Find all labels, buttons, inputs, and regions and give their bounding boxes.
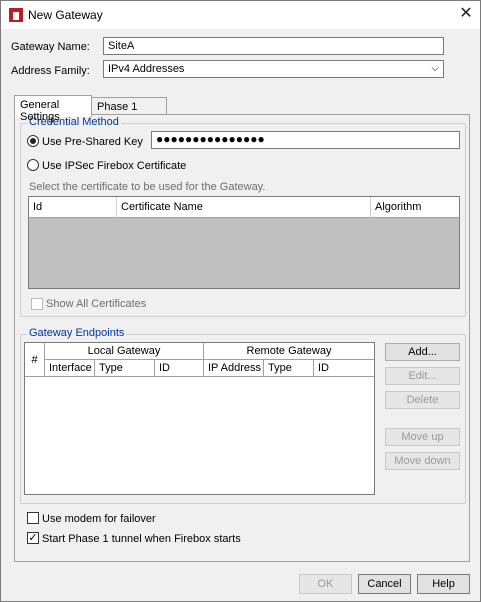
show-all-certificates-checkbox[interactable] <box>31 298 43 310</box>
column-header-interface[interactable]: Interface <box>45 360 95 377</box>
column-header-certificate-name[interactable]: Certificate Name <box>117 197 371 218</box>
tab-general-settings[interactable]: General Settings <box>14 95 92 123</box>
column-header-local-type[interactable]: Type <box>95 360 155 377</box>
remote-gateway-header: Remote Gateway <box>204 343 374 360</box>
modem-failover-checkbox[interactable] <box>27 512 39 524</box>
column-header-local-id[interactable]: ID <box>155 360 204 377</box>
psk-label: Use Pre-Shared Key <box>42 136 143 148</box>
title-bar: New Gateway ✕ <box>1 1 480 29</box>
gateway-endpoints-title: Gateway Endpoints <box>27 327 127 339</box>
gateway-name-label: Gateway Name: <box>11 41 90 53</box>
close-icon[interactable]: ✕ <box>453 3 479 25</box>
modem-failover-label: Use modem for failover <box>42 513 156 525</box>
window-title: New Gateway <box>28 8 103 22</box>
column-header-ip-address[interactable]: IP Address <box>204 360 264 377</box>
new-gateway-dialog: New Gateway ✕ Gateway Name: SiteA Addres… <box>0 0 481 602</box>
start-tunnel-checkbox[interactable]: ✓ <box>27 532 39 544</box>
endpoints-subheader: Interface Type ID IP Address Type ID <box>45 360 374 377</box>
ok-button[interactable]: OK <box>299 574 352 594</box>
certificate-table[interactable]: Id Certificate Name Algorithm <box>28 196 460 289</box>
address-family-label: Address Family: <box>11 65 90 77</box>
column-header-remote-id[interactable]: ID <box>314 360 374 377</box>
cert-hint: Select the certificate to be used for th… <box>29 181 266 193</box>
endpoints-table[interactable]: # Local Gateway Remote Gateway Interface… <box>24 342 375 495</box>
cert-label: Use IPSec Firebox Certificate <box>42 160 187 172</box>
certificate-table-header: Id Certificate Name Algorithm <box>29 197 459 218</box>
firebox-app-icon <box>9 8 23 22</box>
cert-radio[interactable] <box>27 159 39 171</box>
pre-shared-key-input[interactable]: ●●●●●●●●●●●●●●● <box>151 131 460 149</box>
column-header-algorithm[interactable]: Algorithm <box>371 197 459 218</box>
add-button[interactable]: Add... <box>385 343 460 361</box>
edit-button[interactable]: Edit... <box>385 367 460 385</box>
local-gateway-header: Local Gateway <box>45 343 204 360</box>
gateway-name-input[interactable]: SiteA <box>103 37 444 55</box>
column-header-hash: # <box>25 343 45 377</box>
column-header-remote-type[interactable]: Type <box>264 360 314 377</box>
psk-radio[interactable] <box>27 135 39 147</box>
start-tunnel-label: Start Phase 1 tunnel when Firebox starts <box>42 533 241 545</box>
chevron-down-icon: ⌵ <box>431 63 439 74</box>
move-down-button[interactable]: Move down <box>385 452 460 470</box>
cancel-button[interactable]: Cancel <box>358 574 411 594</box>
address-family-value: IPv4 Addresses <box>108 63 185 75</box>
help-button[interactable]: Help <box>417 574 470 594</box>
column-header-id[interactable]: Id <box>29 197 117 218</box>
address-family-select[interactable]: IPv4 Addresses ⌵ <box>103 60 444 78</box>
move-up-button[interactable]: Move up <box>385 428 460 446</box>
delete-button[interactable]: Delete <box>385 391 460 409</box>
show-all-certificates-label: Show All Certificates <box>46 298 147 310</box>
